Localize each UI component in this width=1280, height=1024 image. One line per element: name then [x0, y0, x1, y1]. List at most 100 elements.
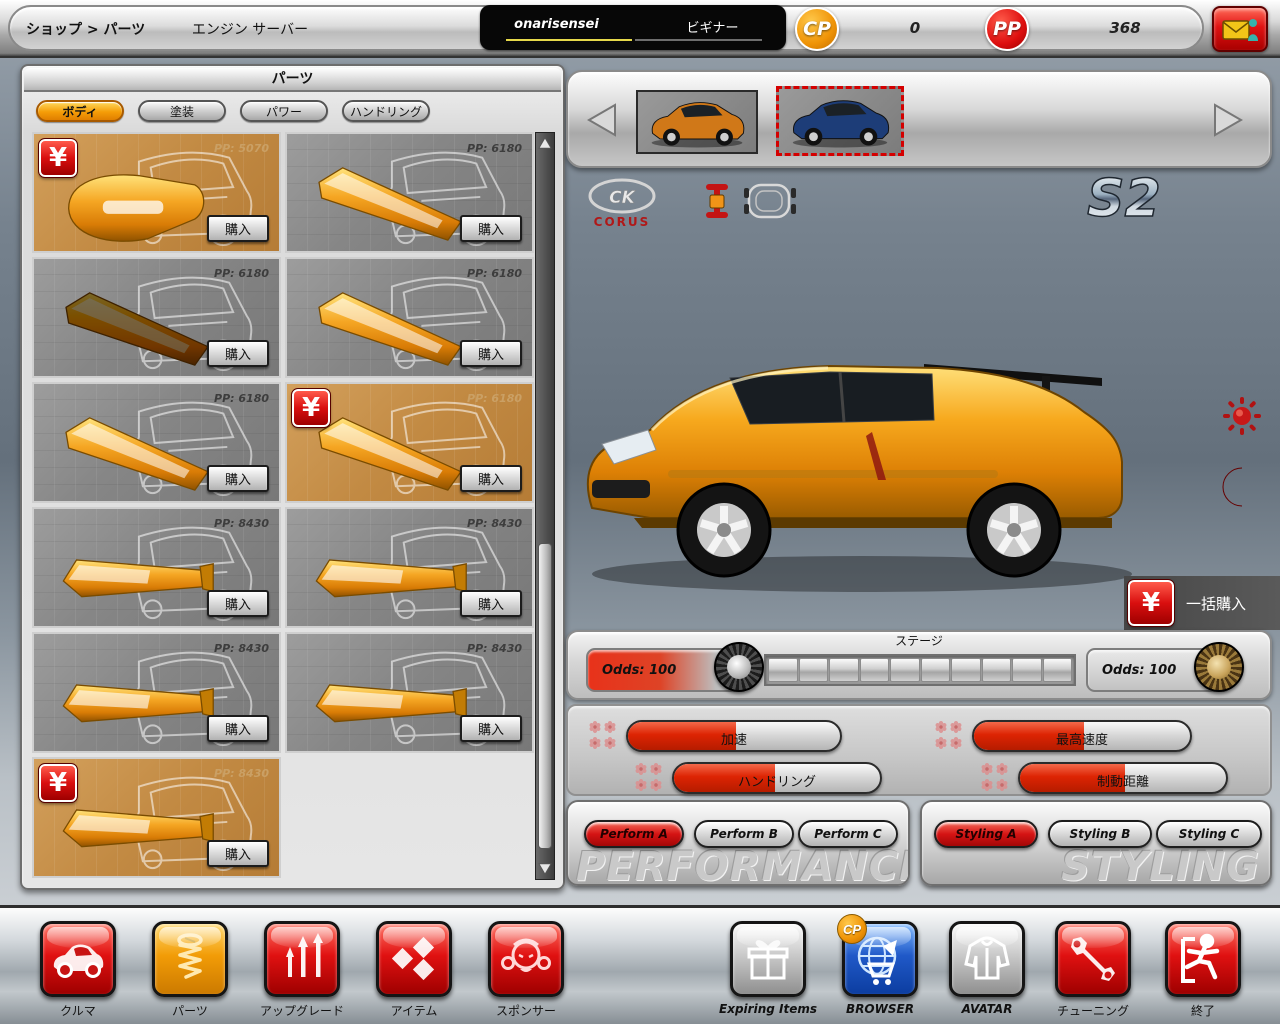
- stage-segment: [799, 658, 829, 682]
- car-thumbnail-orange[interactable]: [636, 90, 758, 154]
- spoiler-part-icon: [42, 656, 232, 748]
- part-card[interactable]: PP: 8430 ¥ 購入: [32, 757, 281, 878]
- items-label: アイテム: [354, 1002, 474, 1019]
- buy-button[interactable]: 購入: [207, 840, 269, 867]
- day-mode-sun-icon[interactable]: [1222, 396, 1262, 436]
- parts-panel: パーツ ボディ 塗装 パワー ハンドリング PP: 5070 ¥ 購入 PP: …: [20, 64, 565, 890]
- styling-c-button[interactable]: Styling C: [1156, 820, 1262, 848]
- tuning-button[interactable]: [1055, 921, 1131, 997]
- avatar-label: AVATAR: [927, 1002, 1047, 1016]
- side-skirt-part-icon: [295, 156, 485, 248]
- parts-scrollbar[interactable]: [535, 132, 555, 880]
- car-thumbnail-blue-selected[interactable]: [776, 86, 904, 156]
- tab-handling[interactable]: ハンドリング: [342, 100, 430, 122]
- sponsor-button[interactable]: [488, 921, 564, 997]
- part-price: PP: 5070: [214, 142, 269, 155]
- part-card[interactable]: PP: 6180 ¥ 購入: [285, 382, 534, 503]
- buy-button[interactable]: 購入: [207, 590, 269, 617]
- car-carousel: [566, 70, 1272, 168]
- scroll-down-button[interactable]: [537, 860, 553, 878]
- tab-power[interactable]: パワー: [240, 100, 328, 122]
- part-price: PP: 6180: [467, 392, 522, 405]
- carousel-left-arrow[interactable]: [584, 102, 620, 138]
- scrollbar-thumb[interactable]: [538, 543, 552, 849]
- coil-spring-icon: [172, 933, 208, 985]
- wrench-icon: [1067, 933, 1119, 985]
- part-card[interactable]: PP: 6180 購入: [285, 257, 534, 378]
- buy-button[interactable]: 購入: [207, 715, 269, 742]
- stat-label: 制動距離: [1020, 771, 1226, 790]
- part-card[interactable]: PP: 6180 購入: [285, 132, 534, 253]
- bulk-buy-label: 一括購入: [1186, 593, 1246, 614]
- parts-button[interactable]: [152, 921, 228, 997]
- part-card[interactable]: PP: 8430 購入: [32, 632, 281, 753]
- perform-a-button[interactable]: Perform A: [584, 820, 684, 848]
- cars-button[interactable]: [40, 921, 116, 997]
- items-button[interactable]: [376, 921, 452, 997]
- part-card[interactable]: PP: 5070 ¥ 購入: [32, 132, 281, 253]
- exit-button[interactable]: [1165, 921, 1241, 997]
- mail-button[interactable]: [1212, 6, 1268, 52]
- parts-panel-title: パーツ: [24, 68, 561, 92]
- stat-label: ハンドリング: [674, 771, 880, 790]
- corus-brand-logo: CK CORUS: [584, 176, 660, 230]
- scroll-up-button[interactable]: [537, 134, 553, 152]
- parts-label: パーツ: [130, 1002, 250, 1019]
- styling-b-button[interactable]: Styling B: [1048, 820, 1152, 848]
- brand-initials: CK: [609, 188, 636, 208]
- pp-value: 368: [1055, 19, 1195, 37]
- owned-yen-icon: ¥: [292, 389, 330, 427]
- stage-segment: [860, 658, 890, 682]
- carousel-right-arrow[interactable]: [1210, 102, 1246, 138]
- flower-icons: [634, 762, 664, 792]
- bulk-buy-bar[interactable]: ¥ 一括購入: [1124, 576, 1280, 630]
- tab-paint[interactable]: 塗装: [138, 100, 226, 122]
- sponsor-girl-icon: [501, 933, 551, 985]
- items-diamonds-icon: [387, 936, 441, 982]
- night-mode-moon-icon[interactable]: [1216, 466, 1262, 508]
- browser-cp-badge: CP: [837, 914, 867, 944]
- buy-button[interactable]: 購入: [460, 590, 522, 617]
- side-skirt-part-icon: [42, 406, 232, 498]
- stage-progress-bar: [764, 654, 1076, 686]
- expiring-items-button[interactable]: [730, 921, 806, 997]
- cars-label: クルマ: [18, 1002, 138, 1019]
- tab-body[interactable]: ボディ: [36, 100, 124, 122]
- buy-button[interactable]: 購入: [207, 340, 269, 367]
- browser-label: BROWSER: [820, 1002, 940, 1016]
- username: onarisensei: [480, 17, 633, 32]
- part-card[interactable]: PP: 6180 購入: [32, 382, 281, 503]
- part-price: PP: 6180: [467, 142, 522, 155]
- buy-button[interactable]: 購入: [460, 340, 522, 367]
- front-odds-value: Odds: 100: [602, 663, 676, 678]
- part-price: PP: 6180: [467, 267, 522, 280]
- expiring-items-label: Expiring Items: [708, 1002, 828, 1016]
- buy-button[interactable]: 購入: [460, 465, 522, 492]
- player-rank: ビギナー: [639, 17, 786, 36]
- avatar-button[interactable]: [949, 921, 1025, 997]
- part-card[interactable]: PP: 8430 購入: [285, 507, 534, 628]
- perform-c-button[interactable]: Perform C: [798, 820, 898, 848]
- browser-button[interactable]: CP: [842, 921, 918, 997]
- pp-badge-icon: PP: [985, 7, 1029, 51]
- buy-button[interactable]: 購入: [460, 715, 522, 742]
- upgrade-button[interactable]: [264, 921, 340, 997]
- model-badge-text: S2: [1087, 169, 1161, 229]
- buy-button[interactable]: 購入: [207, 215, 269, 242]
- part-card[interactable]: PP: 8430 購入: [32, 507, 281, 628]
- model-badge-s2: S2: [1066, 166, 1186, 230]
- performance-panel: PERFORMANCE Perform A Perform B Perform …: [566, 800, 910, 886]
- buy-button[interactable]: 購入: [460, 215, 522, 242]
- cp-badge-icon: CP: [795, 7, 839, 51]
- part-card[interactable]: PP: 6180 購入: [32, 257, 281, 378]
- stat-top-speed: 最高速度: [972, 720, 1192, 752]
- spoiler-part-icon: [42, 531, 232, 623]
- stat-acceleration: 加速: [626, 720, 842, 752]
- perform-b-button[interactable]: Perform B: [694, 820, 794, 848]
- styling-a-button[interactable]: Styling A: [934, 820, 1038, 848]
- buy-button[interactable]: 購入: [207, 465, 269, 492]
- stat-braking-distance: 制動距離: [1018, 762, 1228, 794]
- parts-grid: PP: 5070 ¥ 購入 PP: 6180 購入 PP: 6180 購入 PP…: [32, 132, 538, 878]
- part-card[interactable]: PP: 8430 購入: [285, 632, 534, 753]
- stage-segment: [829, 658, 859, 682]
